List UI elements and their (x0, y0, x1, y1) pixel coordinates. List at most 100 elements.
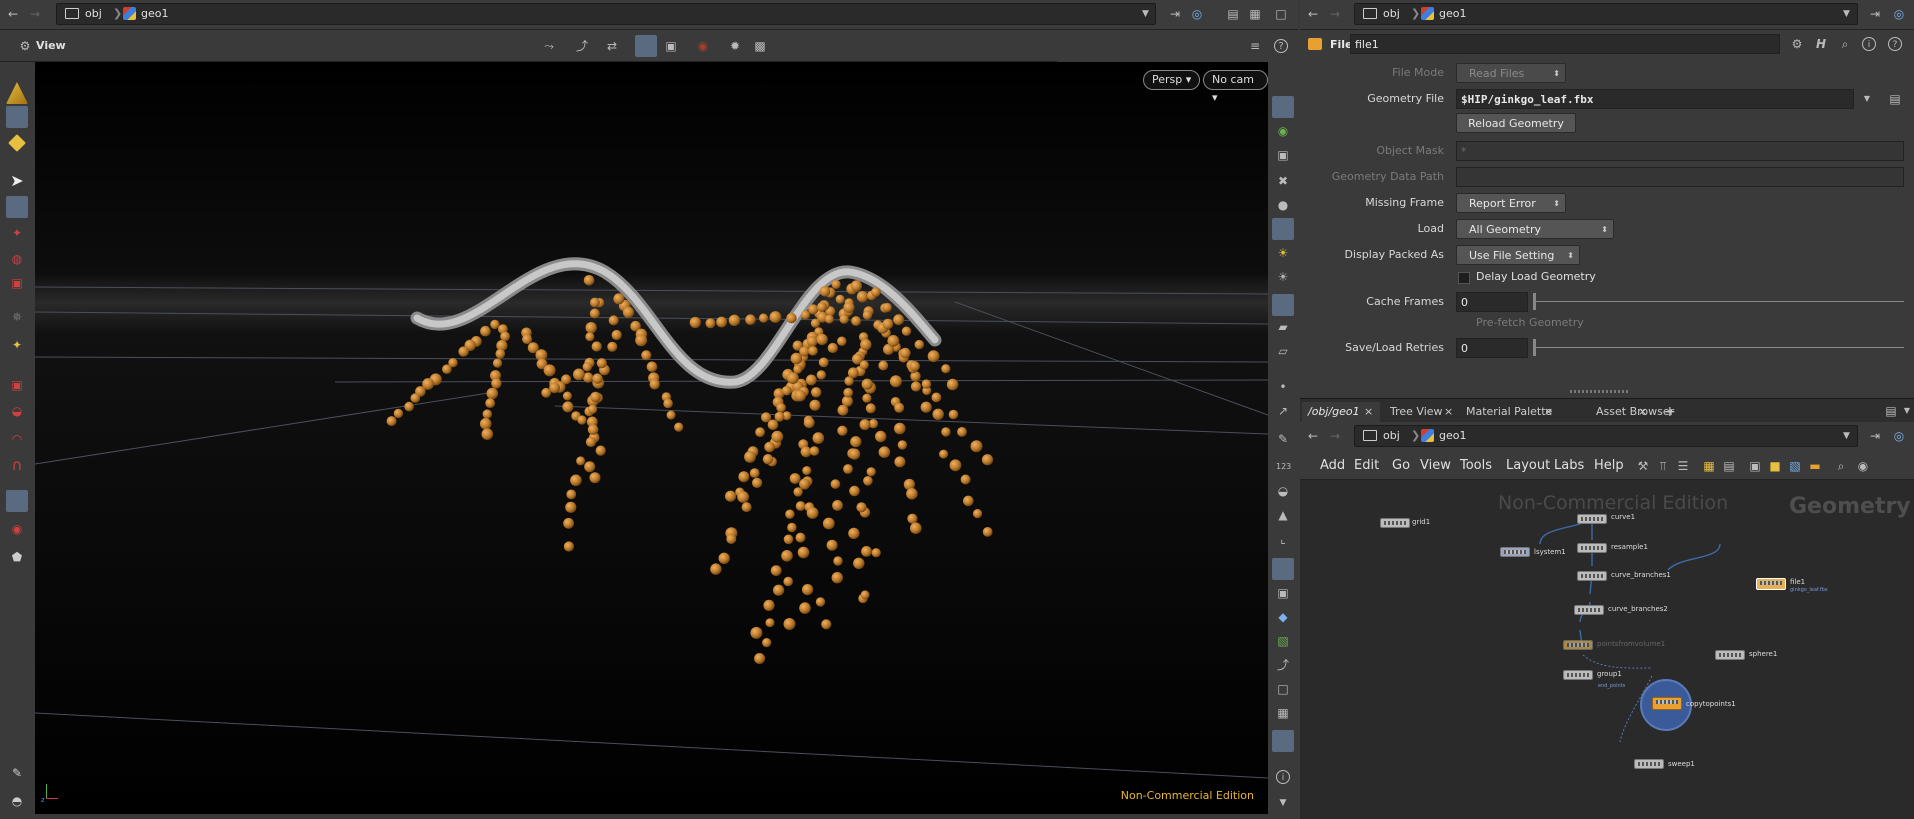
render-region-icon[interactable]: ▩ (753, 39, 767, 53)
table-icon[interactable]: ▤ (1722, 459, 1736, 473)
menu-layout[interactable]: Layout (1506, 458, 1550, 473)
flipbook-icon[interactable]: ✹ (728, 39, 742, 53)
select-tool-icon[interactable] (6, 106, 28, 128)
pin-view-icon[interactable] (1272, 730, 1294, 752)
cache-frames-slider[interactable] (1536, 301, 1904, 302)
snapshot-icon[interactable]: ▣ (1276, 586, 1290, 600)
gear-icon[interactable]: ⚙ (1790, 37, 1804, 51)
isolate-icon[interactable]: ✖ (1276, 174, 1290, 188)
breadcrumb-geo1[interactable]: geo1 (141, 4, 168, 24)
info-icon[interactable]: i (1862, 37, 1876, 51)
gallery-icon[interactable]: ▤ (1226, 7, 1240, 21)
node-lsystem1[interactable] (1500, 547, 1530, 557)
node-resample1[interactable] (1577, 543, 1607, 553)
display-mode-icon[interactable] (1272, 96, 1294, 118)
bucket-icon[interactable]: ◒ (1276, 484, 1290, 498)
headlight-icon[interactable]: ☀ (1276, 246, 1290, 260)
grid-ref-icon[interactable]: ⌞ (1276, 532, 1290, 546)
node-curve-branches2[interactable] (1574, 605, 1604, 615)
light-view-icon[interactable] (1272, 218, 1294, 240)
houdini-help-icon[interactable]: H (1814, 37, 1828, 51)
link-icon[interactable]: ◎ (1892, 429, 1906, 443)
node-sweep1[interactable] (1634, 759, 1664, 769)
secure-selection-icon[interactable] (635, 35, 657, 57)
back-arrow-icon[interactable]: ← (1306, 429, 1320, 443)
tree-icon[interactable]: ⫪ (1656, 459, 1670, 473)
node-pointsfromvolume1[interactable] (1563, 640, 1593, 650)
grid-icon[interactable]: ▦ (1702, 459, 1716, 473)
points-icon[interactable]: ▰ (1276, 320, 1290, 334)
perspective-menu[interactable]: Persp ▾ (1143, 70, 1201, 90)
menu-help[interactable]: Help (1594, 458, 1624, 473)
rotate-tool-icon[interactable]: ◍ (10, 252, 24, 266)
image-icon[interactable]: ▧ (1276, 634, 1290, 648)
dot-icon[interactable]: • (1276, 380, 1290, 394)
link-icon[interactable]: ◎ (1892, 7, 1906, 21)
chevron-down-icon[interactable]: ▼ (1843, 4, 1850, 24)
breadcrumb-obj[interactable]: obj (1383, 4, 1400, 24)
search-icon[interactable]: ⌕ (1838, 37, 1852, 51)
camera-tool-icon[interactable] (6, 490, 28, 512)
brush-tool-icon[interactable]: ✎ (10, 766, 24, 780)
network-box-icon[interactable]: ▣ (1748, 459, 1762, 473)
reload-geometry-button[interactable]: Reload Geometry (1456, 113, 1576, 133)
node-curve1[interactable] (1577, 514, 1607, 524)
sticky-note-icon[interactable]: ■ (1768, 459, 1782, 473)
lock-camera-icon[interactable]: ▣ (1276, 148, 1290, 162)
breadcrumb-obj[interactable]: obj (85, 4, 102, 24)
file-browse-icon[interactable]: ▤ (1888, 92, 1902, 106)
handle-tool-icon[interactable] (8, 134, 26, 152)
pane-menu-icon[interactable]: ▤ (1884, 404, 1898, 418)
orient-tool-icon[interactable]: ◉ (10, 522, 24, 536)
forward-arrow-icon[interactable]: → (1328, 429, 1342, 443)
pane-splitter[interactable] (1570, 390, 1630, 393)
normals-icon[interactable]: ▱ (1276, 344, 1290, 358)
close-icon[interactable]: × (1638, 402, 1647, 423)
snap-icon[interactable]: ⇄ (605, 39, 619, 53)
help-icon[interactable]: ? (1274, 39, 1288, 53)
node-file1[interactable] (1756, 578, 1786, 590)
numbers-icon[interactable]: 123 (1276, 460, 1291, 474)
link-icon[interactable]: ◎ (1190, 7, 1204, 21)
collapse-icon[interactable]: ▼ (1276, 796, 1290, 810)
view-tool-icon[interactable] (6, 82, 28, 104)
node-name-field[interactable]: file1 (1350, 34, 1780, 54)
transform-mode-icon[interactable]: ⤴ (575, 39, 589, 53)
zoom-icon[interactable]: ⌕ (1834, 459, 1848, 473)
3d-viewport[interactable]: Persp ▾ No cam ▾ z Non-Commercial Editio… (35, 62, 1268, 814)
back-arrow-icon[interactable]: ← (6, 7, 20, 21)
network-editor[interactable]: Non-Commercial Edition Geometry grid1 cu… (1300, 480, 1914, 819)
chevron-down-icon[interactable]: ▼ (1860, 92, 1874, 106)
transform-icon[interactable]: ⤴ (1276, 658, 1290, 672)
node-group1[interactable] (1563, 670, 1593, 680)
tab-tree-view[interactable]: Tree View (1384, 402, 1453, 423)
save-load-retries-field[interactable]: 0 (1456, 338, 1528, 358)
settings-icon[interactable]: ▦ (1248, 7, 1262, 21)
shading-icon[interactable]: ◉ (1276, 124, 1290, 138)
add-tab-button[interactable]: + (1658, 402, 1686, 423)
magnet-tool-icon[interactable]: ◠ (10, 432, 24, 446)
forward-arrow-icon[interactable]: → (28, 7, 42, 21)
node-curve-branches1[interactable] (1577, 571, 1607, 581)
retries-slider[interactable] (1536, 347, 1904, 348)
display-options-icon[interactable]: ▣ (664, 39, 678, 53)
lights-icon[interactable]: ☀ (1276, 270, 1290, 284)
load-select[interactable]: All Geometry ⬍ (1456, 219, 1614, 239)
node-copytopoints1[interactable] (1652, 697, 1682, 710)
chevron-down-icon[interactable]: ▼ (1843, 426, 1850, 446)
box-icon[interactable]: □ (1276, 682, 1290, 696)
layout-icon[interactable]: ≡ (1248, 39, 1262, 53)
magnet-alt-icon[interactable]: ∩ (10, 458, 24, 473)
lock-icon[interactable] (6, 196, 28, 218)
close-icon[interactable]: × (1444, 402, 1453, 423)
back-arrow-icon[interactable]: ← (1306, 7, 1320, 21)
viewer-menu-icon[interactable]: ⚙ (18, 39, 32, 53)
maximize-icon[interactable]: □ (1274, 7, 1288, 21)
file-mode-select[interactable]: Read Files ⬍ (1456, 63, 1566, 83)
sculpt-tool-icon[interactable]: ◓ (10, 794, 24, 808)
menu-tools[interactable]: Tools (1460, 458, 1492, 473)
sphere-view-icon[interactable]: ● (1276, 198, 1290, 212)
display-packed-as-select[interactable]: Use File Setting ⬍ (1456, 245, 1580, 265)
node-grid1[interactable] (1380, 518, 1410, 528)
pen-icon[interactable]: ✎ (1276, 432, 1290, 446)
